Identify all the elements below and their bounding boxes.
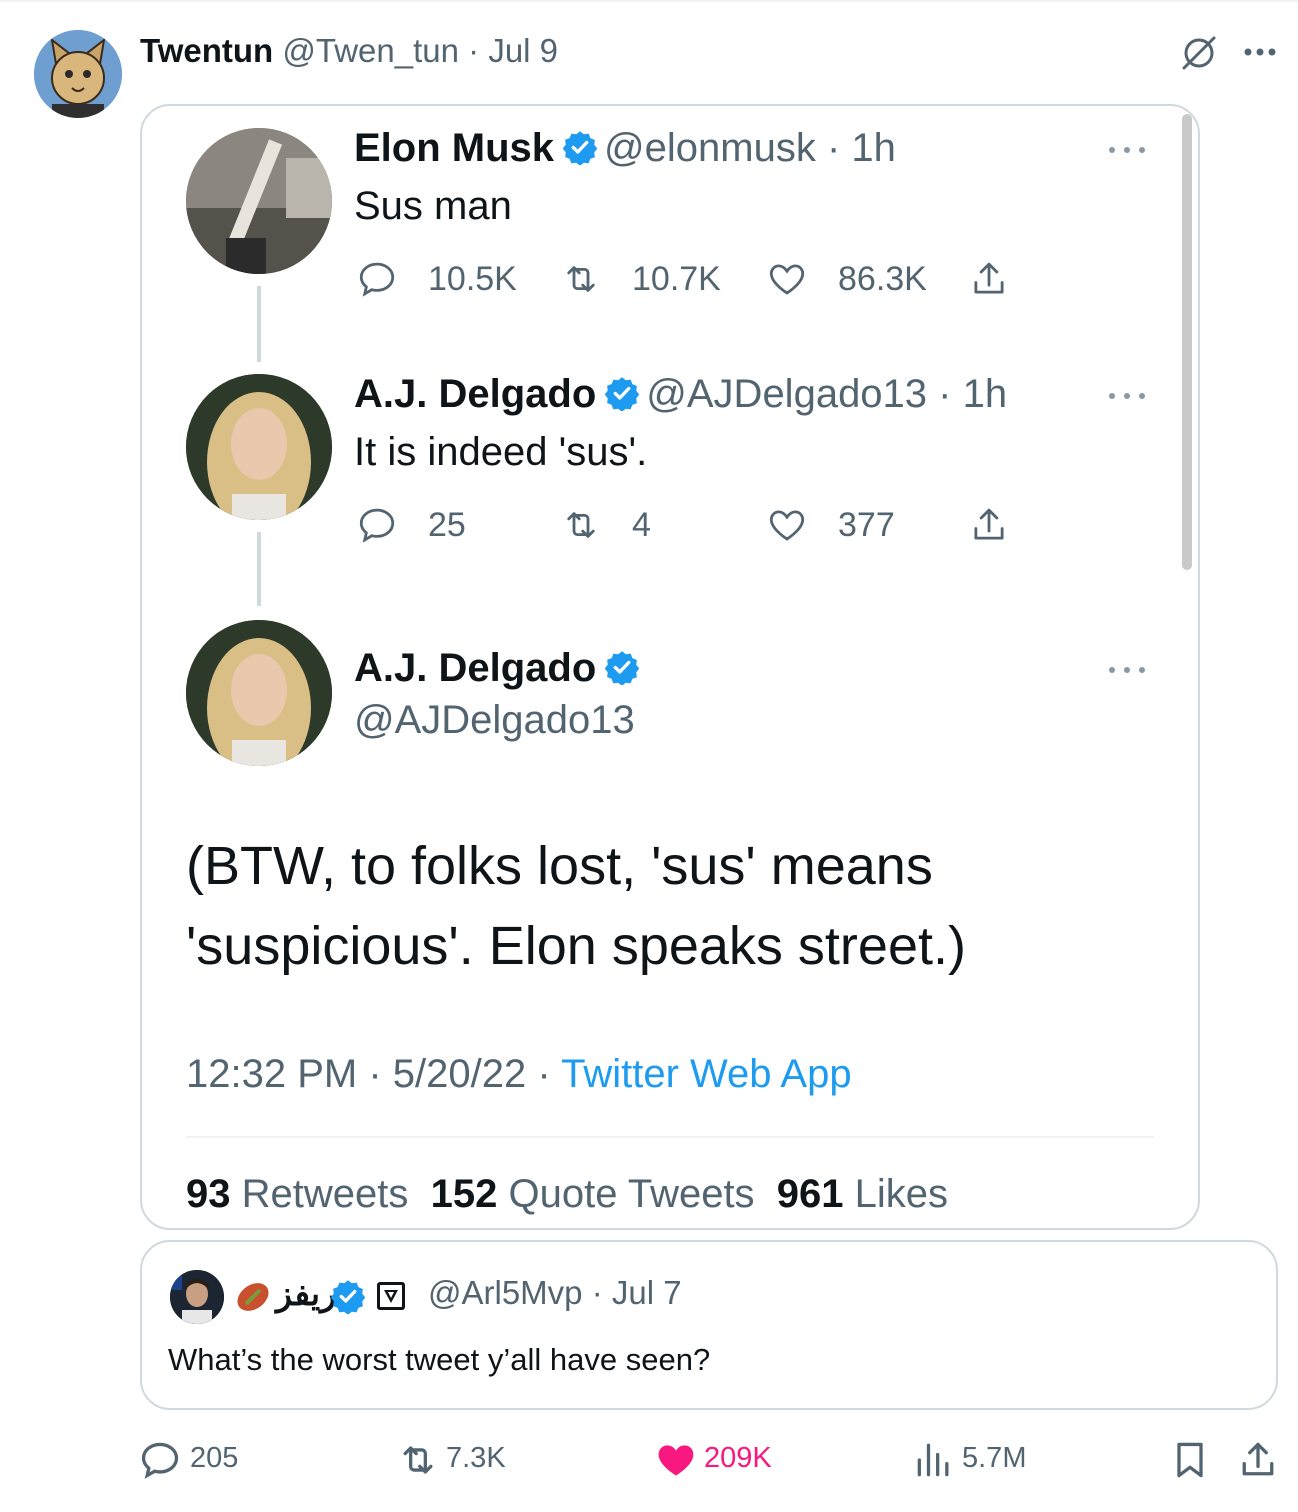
delgado-avatar-2 [186,620,332,766]
share-icon [974,262,1004,294]
quote-tweets-count: 152 [430,1172,498,1216]
like-icon [769,510,805,541]
football-emoji-icon [237,1283,269,1311]
like-filled-icon[interactable] [654,1438,698,1482]
views-count[interactable]: 5.7M [962,1442,1026,1475]
quoted-tweet[interactable]: ريفز @Arl5Mvp · Jul 7 What’s the worst t… [140,1240,1278,1410]
tweet3-name-line: A.J. Delgado [354,646,646,691]
tweet2-handle: @AJDelgado13 [646,372,928,416]
retweet-icon [567,266,595,292]
tweet-date[interactable]: Jul 9 [488,32,558,69]
author-avatar[interactable] [34,30,122,118]
rocket-photo [186,128,332,274]
tweet3-name: A.J. Delgado [354,646,597,690]
elon-avatar [186,128,332,274]
likes-label: Likes [854,1172,949,1216]
tweet3-more-icon [1109,667,1145,673]
tweet1-more-icon [1109,147,1145,153]
share-icon[interactable] [1236,1438,1280,1482]
tweet3-text: (BTW, to folks lost, 'sus' means 'suspic… [186,836,966,976]
portrait-photo [186,374,332,520]
retweet-icon [567,512,595,538]
tweet2-replies: 25 [428,506,466,544]
like-count[interactable]: 209K [704,1442,772,1475]
like-icon [769,264,805,295]
tweet-header: Twentun @Twen_tun · Jul 9 [140,32,558,70]
repost-count[interactable]: 7.3K [446,1442,506,1475]
tweet3-meta: 12:32 PM · 5/20/22 · Twitter Web App [186,1052,852,1096]
author-name[interactable]: Twentun [140,32,273,69]
stats-divider [186,1136,1154,1138]
reply-icon [359,262,395,297]
quoted-text: What’s the worst tweet y’all have seen? [168,1342,711,1377]
verified-badge-icon [605,377,640,411]
tweet2-likes: 377 [838,506,895,544]
quoted-handle-line: @Arl5Mvp · Jul 7 [428,1274,682,1311]
tweet2-retweets: 4 [632,506,651,544]
quoted-date[interactable]: Jul 7 [612,1274,682,1311]
tweet3-stats: 93 Retweets 152 Quote Tweets 961 Likes [186,1172,948,1217]
tweet2-time: 1h [962,372,1008,416]
tweet3-app: Twitter Web App [561,1052,852,1096]
quote-tweets-label: Quote Tweets [508,1172,755,1216]
tweet2-more-icon [1109,393,1145,399]
quoted-author-name[interactable]: ريفز [276,1274,336,1313]
tweet1-retweets: 10.7K [632,260,721,298]
tweet2-header: A.J. Delgado @AJDelgado13 · 1h [354,372,1008,416]
thread-line [257,286,261,362]
verified-badge-icon [330,1280,366,1314]
quoted-handle[interactable]: @Arl5Mvp [428,1274,583,1311]
reply-icon[interactable] [138,1438,182,1482]
dot-separator: · [468,32,480,69]
tweet3-handle: @AJDelgado13 [354,698,635,742]
tweet1-time: 1h [851,126,896,170]
tweet1-replies: 10.5K [428,260,517,298]
repost-icon[interactable] [396,1438,440,1482]
top-divider [0,0,1298,2]
affiliate-badge-icon [377,1282,405,1310]
tweet1-header: Elon Musk @elonmusk · 1h [354,126,896,170]
verified-badge-icon [562,131,598,165]
tweet1-name: Elon Musk [354,126,555,170]
author-handle[interactable]: @Twen_tun [282,32,459,69]
tweet1-handle: @elonmusk [604,126,816,170]
views-icon[interactable] [912,1438,956,1482]
retweets-label: Retweets [241,1172,409,1216]
grok-icon[interactable] [1178,32,1220,74]
player-photo [170,1270,224,1324]
reply-icon [359,508,395,543]
portrait-photo [186,620,332,766]
tweet2-name: A.J. Delgado [354,372,597,416]
delgado-avatar-1 [186,374,332,520]
tweet2-text: It is indeed 'sus'. [354,430,648,474]
screenshot-scrollbar [1182,114,1192,570]
tweet1-text: Sus man [354,184,512,228]
likes-count: 961 [776,1172,844,1216]
more-options-icon[interactable] [1240,32,1280,72]
tweet1-likes: 86.3K [838,260,927,298]
share-icon [974,508,1004,540]
cat-avatar-illustration [34,30,122,118]
retweets-count: 93 [186,1172,231,1216]
reply-count[interactable]: 205 [190,1442,238,1475]
bookmark-icon[interactable] [1168,1438,1212,1482]
verified-badge-icon [605,651,640,685]
tweet3-time: 12:32 PM [186,1052,358,1096]
quoted-avatar [170,1270,224,1324]
attached-screenshot-image[interactable]: Elon Musk @elonmusk · 1h Sus man 10.5K 10… [140,104,1200,1230]
tweet3-date: 5/20/22 [392,1052,527,1096]
thread-line-2 [257,532,261,606]
